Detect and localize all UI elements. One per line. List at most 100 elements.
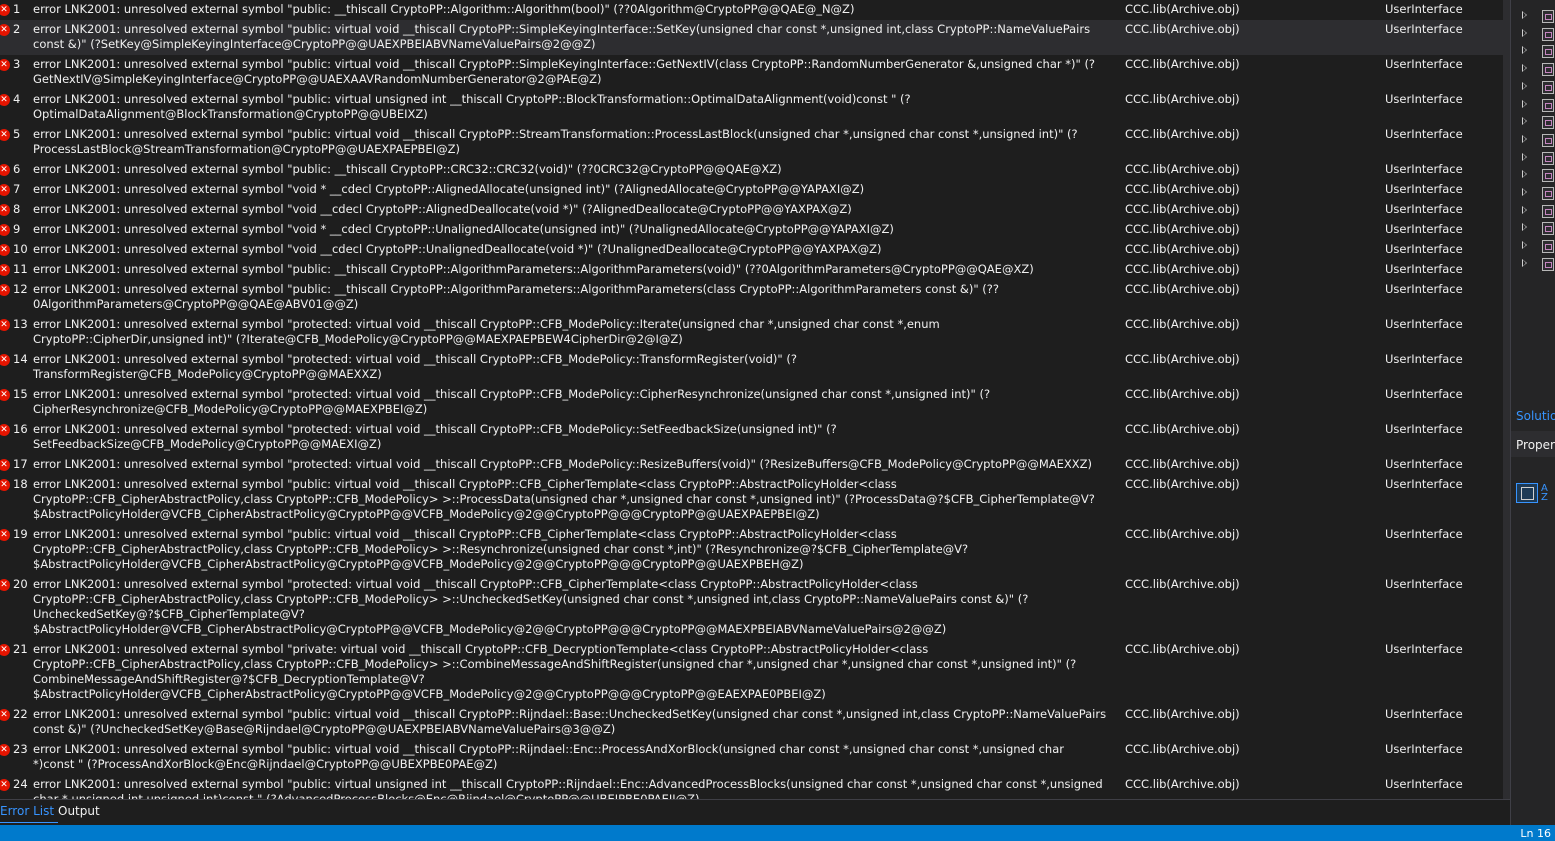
solution-tree-item[interactable] (1511, 26, 1555, 44)
error-description: error LNK2001: unresolved external symbo… (33, 282, 999, 311)
error-icon: ✕ (0, 579, 10, 591)
error-row[interactable]: ✕ 2 error LNK2001: unresolved external sym… (0, 20, 1503, 55)
expand-arrow-icon[interactable] (1522, 223, 1527, 232)
error-file: UserInterface (1385, 317, 1463, 331)
error-row[interactable]: ✕ 15 error LNK2001: unresolved external sy… (0, 385, 1503, 420)
expand-arrow-icon[interactable] (1522, 99, 1527, 108)
expand-arrow-icon[interactable] (1522, 152, 1527, 161)
error-project: CCC.lib(Archive.obj) (1125, 162, 1240, 176)
error-description: error LNK2001: unresolved external symbo… (33, 222, 894, 236)
error-row[interactable]: ✕ 7 error LNK2001: unresolved external sym… (0, 180, 1503, 200)
expand-arrow-icon[interactable] (1522, 81, 1527, 90)
error-number: 12 (13, 282, 28, 296)
error-file: UserInterface (1385, 182, 1463, 196)
error-row[interactable]: ✕ 4 error LNK2001: unresolved external sym… (0, 90, 1503, 125)
error-file: UserInterface (1385, 777, 1463, 791)
error-row[interactable]: ✕ 17 error LNK2001: unresolved external sy… (0, 455, 1503, 475)
expand-arrow-icon[interactable] (1522, 170, 1527, 179)
solution-tree-item[interactable] (1511, 97, 1555, 115)
error-description: error LNK2001: unresolved external symbo… (33, 707, 1107, 736)
error-project: CCC.lib(Archive.obj) (1125, 182, 1240, 196)
error-number: 8 (13, 202, 21, 216)
project-icon (1542, 10, 1554, 23)
error-row[interactable]: ✕ 16 error LNK2001: unresolved external sy… (0, 420, 1503, 455)
expand-arrow-icon[interactable] (1522, 28, 1527, 37)
solution-tree-item[interactable] (1511, 132, 1555, 150)
expand-arrow-icon[interactable] (1522, 205, 1527, 214)
error-file: UserInterface (1385, 577, 1463, 591)
expand-arrow-icon[interactable] (1522, 46, 1527, 55)
expand-arrow-icon[interactable] (1522, 258, 1527, 267)
tab-output[interactable]: Output (54, 802, 104, 822)
error-file: UserInterface (1385, 202, 1463, 216)
solution-tree-item[interactable] (1511, 114, 1555, 132)
status-bar: Ln 16 (0, 825, 1555, 841)
error-row[interactable]: ✕ 1 error LNK2001: unresolved external sym… (0, 0, 1503, 20)
error-row[interactable]: ✕ 20 error LNK2001: unresolved external sy… (0, 575, 1503, 640)
error-number: 5 (13, 127, 21, 141)
solution-tree-item[interactable] (1511, 150, 1555, 168)
alphabetical-sort-button[interactable]: AZ (1541, 484, 1548, 503)
error-icon: ✕ (0, 709, 10, 721)
expand-arrow-icon[interactable] (1522, 64, 1527, 73)
categorized-view-button[interactable] (1516, 483, 1538, 503)
error-project: CCC.lib(Archive.obj) (1125, 352, 1240, 366)
error-description: error LNK2001: unresolved external symbo… (33, 182, 865, 196)
error-project: CCC.lib(Archive.obj) (1125, 642, 1240, 656)
tab-solution-explorer[interactable]: Solution (1516, 409, 1555, 423)
error-icon: ✕ (0, 24, 10, 36)
error-row[interactable]: ✕ 23 error LNK2001: unresolved external sy… (0, 740, 1503, 775)
error-number: 20 (13, 577, 28, 591)
error-description: error LNK2001: unresolved external symbo… (33, 202, 852, 216)
expand-arrow-icon[interactable] (1522, 117, 1527, 126)
error-project: CCC.lib(Archive.obj) (1125, 777, 1240, 791)
error-row[interactable]: ✕ 6 error LNK2001: unresolved external sym… (0, 160, 1503, 180)
error-description: error LNK2001: unresolved external symbo… (33, 127, 1078, 156)
error-number: 23 (13, 742, 28, 756)
error-icon: ✕ (0, 284, 10, 296)
error-row[interactable]: ✕ 3 error LNK2001: unresolved external sym… (0, 55, 1503, 90)
error-project: CCC.lib(Archive.obj) (1125, 57, 1240, 71)
error-row[interactable]: ✕ 12 error LNK2001: unresolved external sy… (0, 280, 1503, 315)
solution-tree-item[interactable] (1511, 61, 1555, 79)
error-number: 19 (13, 527, 28, 541)
expand-arrow-icon[interactable] (1522, 11, 1527, 19)
error-icon: ✕ (0, 424, 10, 436)
error-row[interactable]: ✕ 14 error LNK2001: unresolved external sy… (0, 350, 1503, 385)
expand-arrow-icon[interactable] (1522, 134, 1527, 143)
error-row[interactable]: ✕ 19 error LNK2001: unresolved external sy… (0, 525, 1503, 575)
error-row[interactable]: ✕ 10 error LNK2001: unresolved external sy… (0, 240, 1503, 260)
solution-tree-item[interactable] (1511, 79, 1555, 97)
error-row[interactable]: ✕ 24 error LNK2001: unresolved external sy… (0, 775, 1503, 799)
expand-arrow-icon[interactable] (1522, 241, 1527, 250)
solution-tree-item[interactable] (1511, 203, 1555, 221)
error-row[interactable]: ✕ 22 error LNK2001: unresolved external sy… (0, 705, 1503, 740)
project-icon (1542, 116, 1554, 130)
project-icon (1542, 222, 1554, 236)
error-row[interactable]: ✕ 11 error LNK2001: unresolved external sy… (0, 260, 1503, 280)
properties-header: Propert (1511, 431, 1555, 457)
error-project: CCC.lib(Archive.obj) (1125, 282, 1240, 296)
error-list-scrollbar[interactable] (1503, 0, 1510, 799)
solution-tree-item[interactable] (1511, 167, 1555, 185)
error-icon: ✕ (0, 354, 10, 366)
solution-tree-item[interactable] (1511, 43, 1555, 61)
tab-error-list[interactable]: Error List (0, 802, 59, 823)
solution-tree-item[interactable] (1511, 8, 1555, 26)
error-icon: ✕ (0, 479, 10, 491)
error-number: 21 (13, 642, 28, 656)
error-row[interactable]: ✕ 13 error LNK2001: unresolved external sy… (0, 315, 1503, 350)
error-row[interactable]: ✕ 5 error LNK2001: unresolved external sym… (0, 125, 1503, 160)
solution-tree-item[interactable] (1511, 238, 1555, 256)
error-row[interactable]: ✕ 9 error LNK2001: unresolved external sym… (0, 220, 1503, 240)
solution-tree-item[interactable] (1511, 185, 1555, 203)
error-project: CCC.lib(Archive.obj) (1125, 422, 1240, 436)
solution-tree-item[interactable] (1511, 220, 1555, 238)
solution-tree-item[interactable] (1511, 256, 1555, 274)
error-row[interactable]: ✕ 21 error LNK2001: unresolved external sy… (0, 640, 1503, 705)
error-file: UserInterface (1385, 162, 1463, 176)
error-row[interactable]: ✕ 8 error LNK2001: unresolved external sym… (0, 200, 1503, 220)
expand-arrow-icon[interactable] (1522, 188, 1527, 196)
error-row[interactable]: ✕ 18 error LNK2001: unresolved external sy… (0, 475, 1503, 525)
error-number: 3 (13, 57, 21, 71)
